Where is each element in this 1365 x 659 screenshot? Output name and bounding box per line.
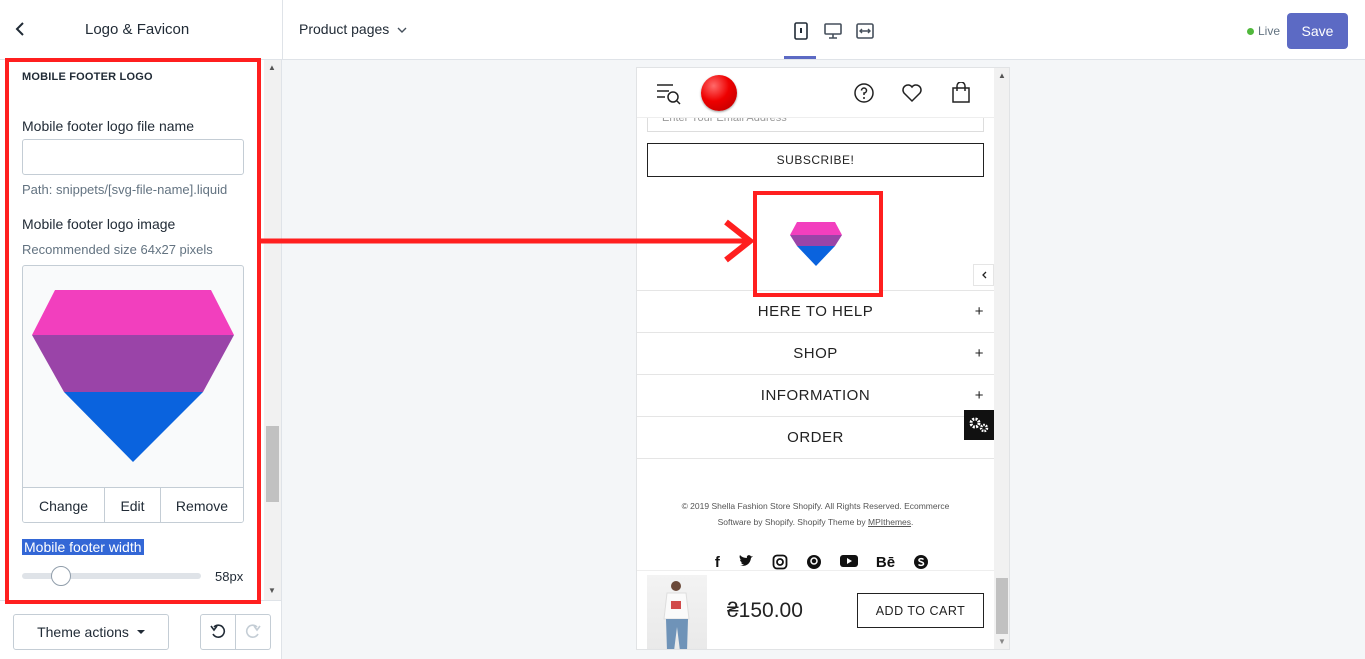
footer-row-label: HERE TO HELP <box>757 303 874 320</box>
scroll-up-icon[interactable]: ▲ <box>268 63 276 72</box>
email-input[interactable]: Enter Your Email Address <box>647 118 984 132</box>
store-header <box>637 68 994 118</box>
expand-icon: + <box>974 303 984 320</box>
expand-icon: + <box>974 345 984 362</box>
file-name-label: Mobile footer logo file name <box>22 118 194 134</box>
copyright-line: © 2019 Shella Fashion Store Shopify. All… <box>681 501 950 511</box>
fullscreen-view-icon[interactable] <box>854 20 876 42</box>
gears-icon <box>969 417 989 433</box>
footer-row-order[interactable]: ORDER <box>637 416 994 459</box>
redo-icon <box>245 624 261 638</box>
expand-icon: + <box>974 387 984 404</box>
width-slider-handle[interactable] <box>51 566 71 586</box>
live-status: Live <box>1247 24 1280 38</box>
file-name-input[interactable] <box>22 139 244 175</box>
edit-image-button[interactable]: Edit <box>105 488 161 522</box>
undo-redo-group <box>200 614 271 650</box>
live-label: Live <box>1258 24 1281 38</box>
chevron-left-icon <box>15 22 24 36</box>
undo-button[interactable] <box>201 615 236 649</box>
section-heading: MOBILE FOOTER LOGO <box>22 71 153 83</box>
shopping-bag-icon[interactable] <box>950 82 972 104</box>
scroll-down-icon[interactable]: ▼ <box>998 637 1006 646</box>
redo-button[interactable] <box>236 615 270 649</box>
settings-sidebar: MOBILE FOOTER LOGO Mobile footer logo fi… <box>0 60 282 600</box>
sidebar-scrollbar[interactable]: ▲ ▼ <box>264 60 281 600</box>
view-toggle <box>790 20 876 42</box>
image-actions: Change Edit Remove <box>23 487 243 522</box>
change-image-button[interactable]: Change <box>23 488 105 522</box>
page-select[interactable]: Product pages <box>299 21 407 37</box>
caret-down-icon <box>136 630 145 634</box>
panel-title: Logo & Favicon <box>85 21 190 38</box>
collapse-panel-button[interactable] <box>973 264 994 286</box>
sidebar-footer: Theme actions <box>0 600 282 659</box>
copyright-text: © 2019 Shella Fashion Store Shopify. All… <box>653 498 978 530</box>
logo-preview-image[interactable] <box>23 266 243 488</box>
menu-search-icon[interactable] <box>655 81 681 105</box>
copyright-period: . <box>911 517 914 527</box>
mobile-preview: Enter Your Email Address SUBSCRIBE! HERE… <box>636 67 1010 650</box>
footer-row-information[interactable]: INFORMATION + <box>637 374 994 416</box>
live-dot-icon <box>1247 27 1254 35</box>
store-logo[interactable] <box>701 75 737 111</box>
width-slider-track[interactable] <box>22 573 201 579</box>
sticky-add-to-cart: ₴150.00 ADD TO CART <box>637 570 994 649</box>
path-help-text: Path: snippets/[svg-file-name].liquid <box>22 182 228 197</box>
theme-author-link[interactable]: MPIthemes <box>868 517 911 527</box>
footer-row-label: INFORMATION <box>760 387 871 404</box>
page-select-label: Product pages <box>299 21 390 37</box>
width-value: 58px <box>215 569 244 584</box>
footer-row-shop[interactable]: SHOP + <box>637 332 994 374</box>
remove-image-button[interactable]: Remove <box>161 488 243 522</box>
image-size-help: Recommended size 64x27 pixels <box>22 242 213 257</box>
save-button[interactable]: Save <box>1287 13 1348 49</box>
undo-icon <box>210 624 226 638</box>
image-label: Mobile footer logo image <box>22 216 176 232</box>
scrollbar-thumb[interactable] <box>996 578 1008 634</box>
back-button[interactable] <box>14 20 30 40</box>
desktop-view-icon[interactable] <box>822 20 844 42</box>
help-icon[interactable] <box>853 82 875 104</box>
footer-row-label: ORDER <box>787 429 844 446</box>
footer-logo-image <box>790 222 842 266</box>
theme-actions-label: Theme actions <box>37 624 129 640</box>
chevron-left-icon <box>981 271 986 279</box>
footer-row-help[interactable]: HERE TO HELP + <box>637 290 994 332</box>
chevron-down-icon <box>397 25 407 37</box>
product-price: ₴150.00 <box>727 599 803 622</box>
scroll-down-icon[interactable]: ▼ <box>268 586 276 595</box>
add-to-cart-button[interactable]: ADD TO CART <box>857 593 984 628</box>
scrollbar-thumb[interactable] <box>266 426 279 502</box>
divider <box>282 0 283 60</box>
image-picker: Change Edit Remove <box>22 265 244 523</box>
heart-icon[interactable] <box>901 82 923 104</box>
footer-row-label: SHOP <box>793 345 838 362</box>
active-view-indicator <box>784 56 816 59</box>
scroll-up-icon[interactable]: ▲ <box>998 71 1006 80</box>
width-label: Mobile footer width <box>22 539 144 555</box>
subscribe-button[interactable]: SUBSCRIBE! <box>647 143 984 177</box>
preview-scrollbar[interactable]: ▲ ▼ <box>994 68 1009 649</box>
settings-gear-button[interactable] <box>964 410 994 440</box>
product-thumbnail[interactable] <box>647 575 707 649</box>
copyright-line: Software by Shopify. Shopify Theme by MP… <box>653 514 978 530</box>
theme-actions-button[interactable]: Theme actions <box>13 614 169 650</box>
top-bar: Logo & Favicon Product pages Live Save <box>0 0 1365 60</box>
copyright-line-text: Software by Shopify. Shopify Theme by <box>717 517 869 527</box>
mobile-view-icon[interactable] <box>790 20 812 42</box>
